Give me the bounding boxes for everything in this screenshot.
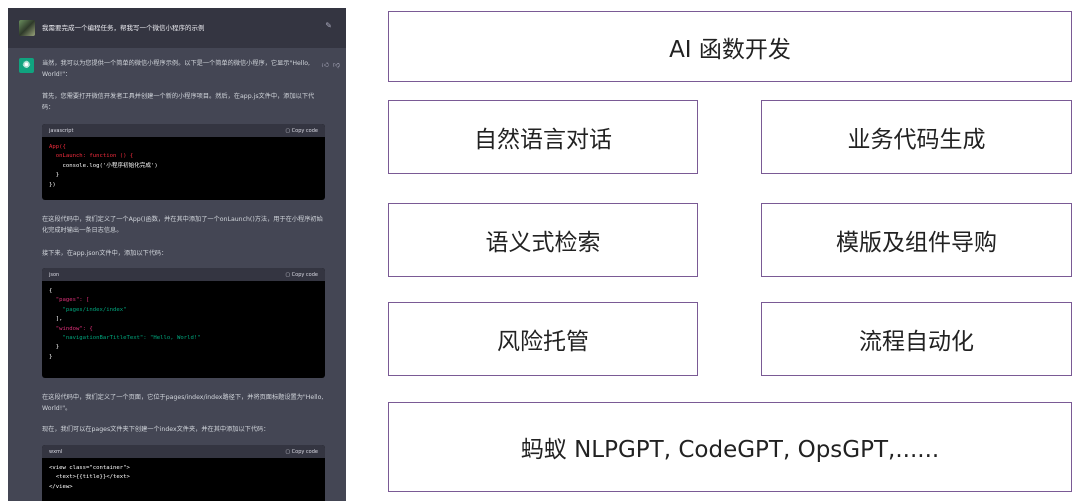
box-template-component-guide: 模版及组件导购 (761, 203, 1072, 277)
copy-code-button[interactable]: ▢ Copy code (285, 128, 318, 134)
assistant-paragraph: 当然，我可以为您提供一个简单的微信小程序示例。以下是一个简单的微信小程序，它显示… (42, 60, 310, 78)
user-message: 我需要完成一个编程任务，帮我写一个微信小程序的示例 (42, 24, 205, 32)
box-risk-hosting: 风险托管 (388, 302, 698, 376)
code-header: json ▢ Copy code (42, 268, 325, 281)
box-ai-function-dev: AI 函数开发 (388, 11, 1072, 82)
box-process-automation: 流程自动化 (761, 302, 1072, 376)
box-ant-gpt-models: 蚂蚁 NLPGPT, CodeGPT, OpsGPT,...... (388, 402, 1072, 492)
thumbs-down-icon[interactable]: 👎︎ (333, 60, 340, 69)
code-block-wxml: wxml ▢ Copy code <view class="container"… (42, 445, 325, 501)
box-natural-language-dialogue: 自然语言对话 (388, 100, 698, 174)
assistant-paragraph: 现在，我们可以在pages文件夹下创建一个index文件夹，并在其中添加以下代码… (42, 426, 270, 433)
code-body: App({ onLaunch: function () { console.lo… (49, 144, 158, 188)
assistant-paragraph: 首先，您需要打开微信开发者工具并创建一个新的小程序项目。然后，在app.js文件… (42, 93, 315, 111)
code-language-label: javascript (49, 128, 74, 134)
code-block-json: json ▢ Copy code { "pages": [ "pages/ind… (42, 268, 325, 378)
copy-code-button[interactable]: ▢ Copy code (285, 449, 318, 455)
copy-code-button[interactable]: ▢ Copy code (285, 272, 318, 278)
assistant-avatar: ✺ (19, 58, 34, 73)
box-semantic-search: 语义式检索 (388, 203, 698, 277)
chat-screenshot: 我需要完成一个编程任务，帮我写一个微信小程序的示例 ✎ ✺ 👍︎ 👎︎ 当然，我… (8, 8, 346, 501)
user-avatar (19, 20, 35, 36)
edit-icon[interactable]: ✎ (325, 21, 332, 30)
code-body: { "pages": [ "pages/index/index" ], "win… (49, 288, 201, 360)
code-language-label: wxml (49, 449, 63, 455)
assistant-paragraph: 在这段代码中，我们定义了一个App()函数，并在其中添加了一个onLaunch(… (42, 216, 323, 234)
assistant-paragraph: 接下来，在app.json文件中，添加以下代码： (42, 250, 168, 257)
user-message-row: 我需要完成一个编程任务，帮我写一个微信小程序的示例 ✎ (8, 8, 346, 48)
assistant-paragraph: 在这段代码中，我们定义了一个页面，它位于pages/index/index路径下… (42, 394, 324, 412)
code-language-label: json (49, 272, 60, 278)
box-business-code-generation: 业务代码生成 (761, 100, 1072, 174)
code-block-javascript: javascript ▢ Copy code App({ onLaunch: f… (42, 124, 325, 200)
code-header: wxml ▢ Copy code (42, 445, 325, 458)
code-body: <view class="container"> <text>{{title}}… (49, 465, 130, 490)
code-header: javascript ▢ Copy code (42, 124, 325, 137)
